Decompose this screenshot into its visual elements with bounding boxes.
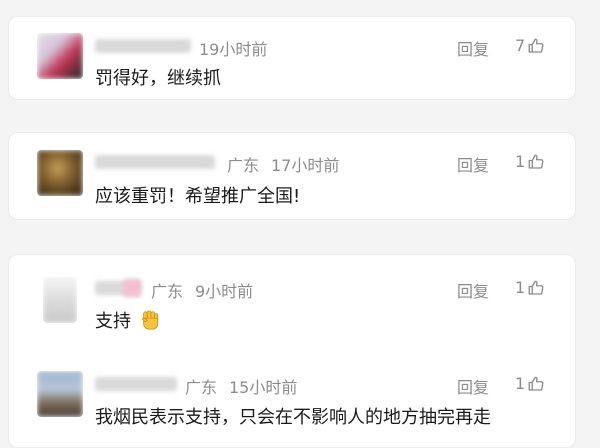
comment-time: 19小时前 (199, 40, 268, 59)
comment-item: 广东 17小时前 回复 1 应该重罚！希望推广全国! (9, 133, 575, 213)
comment-card: 广东 17小时前 回复 1 应该重罚！希望推广全国! (8, 132, 576, 220)
avatar[interactable] (37, 371, 83, 417)
username-redacted[interactable] (95, 39, 191, 53)
comment-location: 广东 (151, 282, 184, 301)
thumbs-up-icon (528, 280, 544, 295)
thumbs-up-icon (528, 376, 544, 391)
like-count: 1 (515, 152, 526, 171)
thumbs-up-icon (528, 154, 544, 169)
like-button[interactable]: 1 (515, 278, 545, 297)
avatar[interactable] (43, 277, 77, 323)
username-redacted[interactable] (95, 377, 177, 391)
reply-button[interactable]: 回复 (457, 36, 489, 60)
comment-time: 15小时前 (229, 378, 298, 397)
comment-item: 广东 15小时前 回复 1 我烟民表示支持，只会在不影响人的地方抽完再走 (9, 359, 575, 439)
like-count: 7 (515, 36, 526, 55)
like-count: 1 (515, 278, 526, 297)
like-button[interactable]: 7 (515, 36, 545, 55)
reply-button[interactable]: 回复 (457, 278, 489, 302)
avatar[interactable] (37, 150, 83, 196)
comment-location: 广东 (227, 156, 260, 175)
like-count: 1 (515, 374, 526, 393)
thumbs-up-icon (528, 38, 544, 53)
like-button[interactable]: 1 (515, 374, 545, 393)
comment-text: 应该重罚！希望推广全国! (95, 186, 301, 207)
comment-text-content: 支持 (95, 311, 131, 332)
raised-fist-emoji (141, 310, 158, 330)
comment-text: 支持 (95, 307, 161, 333)
username-redacted[interactable] (95, 155, 215, 169)
comment-item: 广东 9小时前 回复 1 支持 (9, 255, 575, 335)
comment-text: 我烟民表示支持，只会在不影响人的地方抽完再走 (95, 407, 491, 428)
avatar[interactable] (37, 33, 83, 79)
comment-card: 广东 9小时前 回复 1 支持 广东 15小时前 回复 1 我烟民表示支持，只会… (8, 254, 576, 448)
comment-text: 罚得好，继续抓 (95, 68, 221, 89)
reply-button[interactable]: 回复 (457, 152, 489, 176)
comment-feed: 19小时前 回复 7 罚得好，继续抓 广东 17小时前 回复 1 应该重罚！希望… (0, 0, 600, 448)
comment-time: 9小时前 (195, 282, 254, 301)
reply-button[interactable]: 回复 (457, 374, 489, 398)
comment-time: 17小时前 (271, 156, 340, 175)
comment-card: 19小时前 回复 7 罚得好，继续抓 (8, 16, 576, 100)
like-button[interactable]: 1 (515, 152, 545, 171)
comment-item: 19小时前 回复 7 罚得好，继续抓 (9, 17, 575, 97)
username-emoji-redacted (123, 279, 141, 297)
comment-location: 广东 (185, 378, 218, 397)
